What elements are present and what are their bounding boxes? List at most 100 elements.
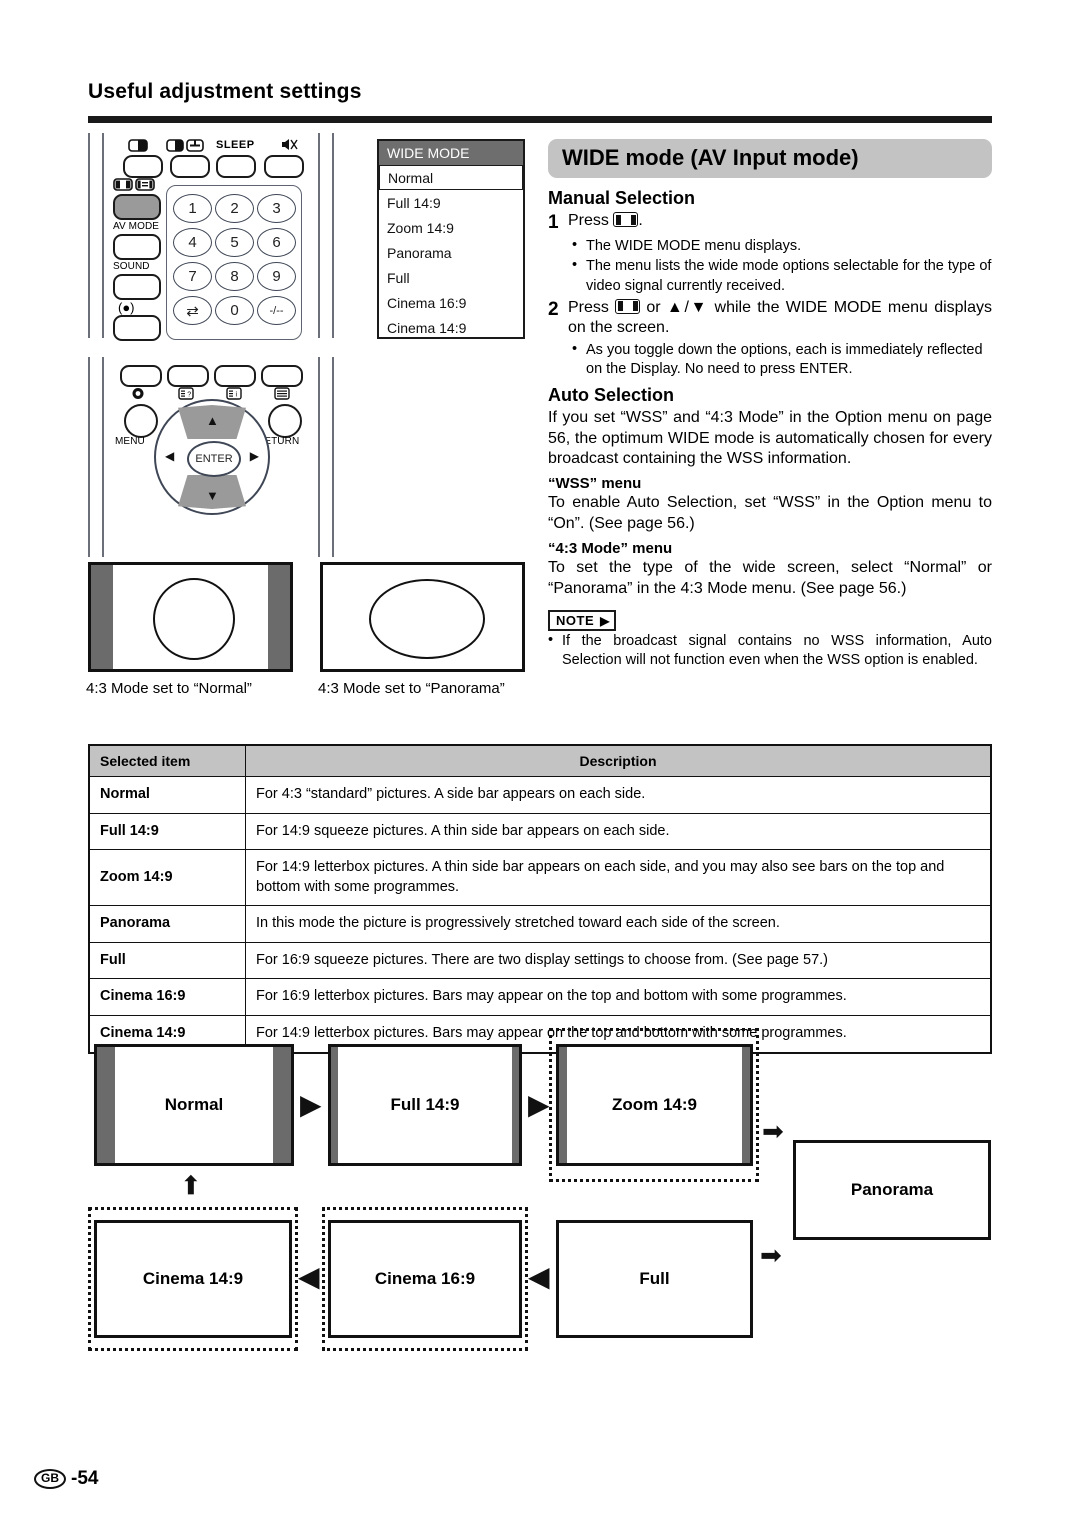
wide-mode-osd: WIDE MODE Normal Full 14:9 Zoom 14:9 Pan… bbox=[377, 139, 525, 339]
osd-item-cinema-14-9[interactable]: Cinema 14:9 bbox=[379, 315, 523, 340]
teletext-menu-icon bbox=[274, 387, 290, 402]
table-header-row: Selected item Description bbox=[88, 744, 992, 777]
key-2[interactable]: 2 bbox=[215, 194, 254, 223]
table-col-description: Description bbox=[245, 744, 992, 777]
osd-item-zoom-14-9[interactable]: Zoom 14:9 bbox=[379, 215, 523, 240]
note-item-0: If the broadcast signal contains no WSS … bbox=[548, 631, 992, 670]
table-item-full: Full bbox=[88, 941, 246, 980]
osd-item-cinema-16-9[interactable]: Cinema 16:9 bbox=[379, 290, 523, 315]
key-1[interactable]: 1 bbox=[173, 194, 212, 223]
table-desc-normal: For 4:3 “standard” pictures. A side bar … bbox=[245, 776, 992, 814]
menu-label: MENU bbox=[115, 436, 145, 447]
enter-button[interactable]: ENTER bbox=[187, 441, 241, 477]
figure-panorama-ellipse bbox=[369, 579, 485, 659]
figure-normal-caption: 4:3 Mode set to “Normal” bbox=[86, 680, 252, 697]
flow-box-normal: Normal bbox=[94, 1044, 294, 1166]
table-row: Full For 16:9 squeeze pictures. There ar… bbox=[88, 941, 992, 980]
wide-mode-icon bbox=[113, 178, 133, 193]
mute-button[interactable] bbox=[264, 155, 304, 178]
display-icon bbox=[130, 387, 146, 402]
step-1-post: . bbox=[638, 212, 643, 229]
mode43-menu-heading: “4:3 Mode” menu bbox=[548, 539, 673, 557]
av-mode-label: AV MODE bbox=[113, 221, 160, 232]
step-2: 2 Press or ▲/▼ while the WIDE MODE menu … bbox=[548, 298, 992, 339]
key-5[interactable]: 5 bbox=[215, 228, 254, 257]
wide-mode-button[interactable] bbox=[113, 194, 161, 220]
wss-menu-body: To enable Auto Selection, set “WSS” in t… bbox=[548, 494, 992, 533]
table-desc-full-14-9: For 14:9 squeeze pictures. A thin side b… bbox=[245, 812, 992, 851]
table-item-panorama: Panorama bbox=[88, 905, 246, 943]
teletext-button-1[interactable] bbox=[120, 365, 162, 387]
svg-text:?: ? bbox=[187, 392, 191, 399]
note-badge: NOTE ▶ bbox=[548, 610, 616, 632]
flow-zoom149-right-bar bbox=[742, 1047, 750, 1163]
flow-normal-label: Normal bbox=[164, 1095, 224, 1114]
osd-item-full-14-9[interactable]: Full 14:9 bbox=[379, 190, 523, 215]
key-flashback[interactable]: ⇄ bbox=[173, 296, 212, 325]
dpad-right-arrow-icon[interactable]: ▶ bbox=[250, 449, 259, 463]
flow-panorama-label: Panorama bbox=[850, 1180, 934, 1199]
table-desc-panorama: In this mode the picture is progressivel… bbox=[245, 905, 992, 943]
figure-normal: 4:3 Mode set to “Normal” bbox=[86, 562, 293, 702]
contrast-button[interactable] bbox=[123, 155, 163, 178]
teletext-index-icon: i bbox=[226, 387, 242, 402]
flow-box-cinema-14-9: Cinema 14:9 bbox=[94, 1220, 292, 1338]
note-arrow-icon: ▶ bbox=[600, 613, 610, 628]
osd-item-panorama[interactable]: Panorama bbox=[379, 240, 523, 265]
sleep-button[interactable] bbox=[216, 155, 256, 178]
flow-cinema-14-9-label: Cinema 14:9 bbox=[142, 1269, 244, 1288]
dpad-left-arrow-icon[interactable]: ◀ bbox=[165, 449, 174, 463]
table-row: Panorama In this mode the picture is pro… bbox=[88, 905, 992, 943]
power-button[interactable] bbox=[113, 315, 161, 341]
step-1-bullet-0: The WIDE MODE menu displays. bbox=[572, 236, 992, 256]
key-8[interactable]: 8 bbox=[215, 262, 254, 291]
dpad: ▲ ▼ ◀ ▶ ENTER bbox=[154, 399, 270, 515]
wss-menu-heading: “WSS” menu bbox=[548, 475, 642, 493]
step-1-number: 1 bbox=[548, 212, 559, 233]
main-content-column: WIDE mode (AV Input mode) Manual Selecti… bbox=[548, 139, 992, 670]
table-desc-zoom-14-9: For 14:9 letterbox pictures. A thin side… bbox=[245, 849, 992, 907]
teletext-button-2[interactable] bbox=[167, 365, 209, 387]
sound-button[interactable] bbox=[113, 274, 161, 300]
dpad-down-arrow-icon: ▼ bbox=[206, 488, 219, 503]
keypad: 1 2 3 4 5 6 7 8 9 ⇄ 0 -/-- bbox=[166, 185, 302, 340]
manual-selection-heading: Manual Selection bbox=[548, 188, 696, 208]
flow-full149-left-bar bbox=[331, 1047, 338, 1163]
key-0[interactable]: 0 bbox=[215, 296, 254, 325]
return-button[interactable] bbox=[268, 404, 302, 438]
note-list: If the broadcast signal contains no WSS … bbox=[548, 631, 992, 670]
key-3[interactable]: 3 bbox=[257, 194, 296, 223]
sleep-label: SLEEP bbox=[216, 139, 255, 151]
flow-box-full-14-9: Full 14:9 bbox=[328, 1044, 522, 1166]
key-4[interactable]: 4 bbox=[173, 228, 212, 257]
flow-zoom149-left-bar bbox=[559, 1047, 567, 1163]
freeze-subtitle-button[interactable] bbox=[170, 155, 210, 178]
note-label: NOTE bbox=[556, 613, 595, 629]
remote-control-lower: ? i MENU RETURN ▲ ▼ ◀ ▶ ENTER bbox=[88, 357, 334, 557]
osd-item-normal[interactable]: Normal bbox=[379, 165, 523, 190]
step-2-text: Press or ▲/▼ while the WIDE MODE menu di… bbox=[568, 298, 992, 339]
step-1-bullets: The WIDE MODE menu displays. The menu li… bbox=[572, 236, 992, 295]
av-mode-button[interactable] bbox=[113, 234, 161, 260]
table-col-selected-item: Selected item bbox=[88, 744, 246, 777]
section-badge-title: WIDE mode (AV Input mode) bbox=[548, 139, 992, 178]
flow-arrow-5: ◀ bbox=[298, 1261, 320, 1292]
step-2-pre: Press bbox=[568, 298, 609, 316]
flow-arrow-3: ➡ bbox=[762, 1116, 784, 1146]
flow-normal-left-bar bbox=[97, 1047, 115, 1163]
key-7[interactable]: 7 bbox=[173, 262, 212, 291]
key-dash[interactable]: -/-- bbox=[257, 296, 296, 325]
osd-item-full[interactable]: Full bbox=[379, 265, 523, 290]
teletext-button-4[interactable] bbox=[261, 365, 303, 387]
figure-normal-circle bbox=[153, 578, 235, 660]
flow-box-zoom-14-9: Zoom 14:9 bbox=[556, 1044, 753, 1166]
table-desc-full: For 16:9 squeeze pictures. There are two… bbox=[245, 941, 992, 980]
teletext-button-3[interactable] bbox=[214, 365, 256, 387]
key-9[interactable]: 9 bbox=[257, 262, 296, 291]
flow-full-14-9-label: Full 14:9 bbox=[390, 1095, 460, 1114]
key-6[interactable]: 6 bbox=[257, 228, 296, 257]
page-number: -54 bbox=[71, 1468, 99, 1489]
menu-button[interactable] bbox=[124, 404, 158, 438]
figure-panorama-caption: 4:3 Mode set to “Panorama” bbox=[318, 680, 505, 697]
flow-full149-right-bar bbox=[512, 1047, 519, 1163]
